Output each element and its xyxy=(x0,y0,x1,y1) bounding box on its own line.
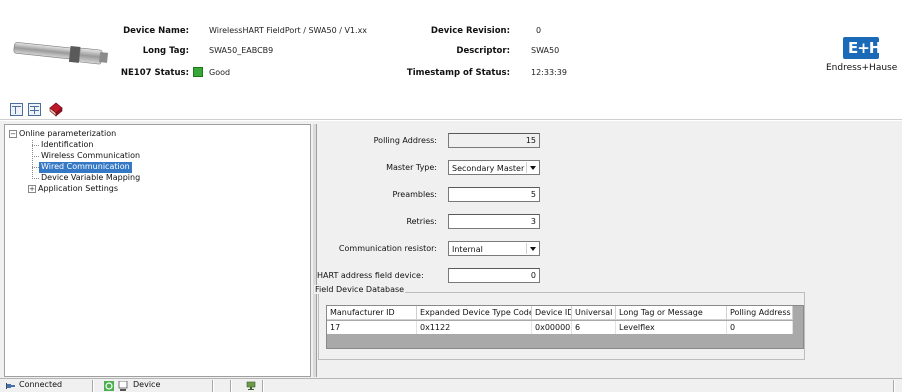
ne107-status-label: NE107 Status: xyxy=(120,68,189,78)
refresh-icon[interactable] xyxy=(104,381,114,391)
status-separator xyxy=(230,380,232,392)
tree-connector xyxy=(32,178,39,179)
table-header[interactable]: Device ID xyxy=(532,306,572,320)
logo-mark: E+H xyxy=(848,39,881,57)
device-name-value: WirelessHART FieldPort / SWA50 / V1.xx xyxy=(209,26,368,35)
ne107-status-value: Good xyxy=(209,68,231,77)
timestamp-label: Timestamp of Status: xyxy=(406,68,510,78)
retries-field[interactable]: 3 xyxy=(448,214,540,229)
table-icon[interactable] xyxy=(28,103,41,116)
polling-address-label: Polling Address: xyxy=(373,136,437,145)
hart-address-field[interactable]: 0 xyxy=(448,268,540,283)
connection-status: Connected xyxy=(19,380,63,389)
status-separator xyxy=(893,380,895,392)
comm-resistor-value: Internal xyxy=(452,245,483,254)
table-cell[interactable]: 0x1122 xyxy=(417,321,532,334)
status-separator xyxy=(262,380,264,392)
master-type-label: Master Type: xyxy=(386,163,437,172)
hart-address-label: HART address field device: xyxy=(317,271,424,280)
tree-item-online-parameterization[interactable]: Online parameterization xyxy=(19,129,116,140)
tree-item-wired-communication[interactable]: Wired Communication xyxy=(39,162,132,173)
table-header[interactable]: Expanded Device Type Code xyxy=(417,306,532,320)
polling-address-field: 15 xyxy=(448,133,540,148)
descriptor-value: SWA50 xyxy=(531,46,560,55)
tree-item-wireless-communication[interactable]: Wireless Communication xyxy=(41,151,140,162)
tree-connector xyxy=(32,167,39,168)
master-type-select[interactable]: Secondary Master xyxy=(448,160,540,175)
preambles-field[interactable]: 5 xyxy=(448,187,540,202)
device-revision-value: 0 xyxy=(536,26,542,35)
parameter-panel: Polling Address: 15 Master Type: Seconda… xyxy=(316,124,902,377)
device-status: Device xyxy=(133,380,161,389)
navigation-tree: − Online parameterization Identification… xyxy=(4,124,311,377)
tree-item-application-settings[interactable]: Application Settings xyxy=(38,184,118,195)
table-header[interactable]: Polling Address xyxy=(727,306,793,320)
device-revision-label: Device Revision: xyxy=(430,26,510,36)
table-cell[interactable]: 0 xyxy=(727,321,793,334)
table-header[interactable]: Manufacturer ID xyxy=(327,306,417,320)
company-logo: E+H xyxy=(843,37,881,59)
status-bar: Connected Device xyxy=(0,378,902,392)
status-separator xyxy=(92,380,94,392)
long-tag-value: SWA50_EABCB9 xyxy=(209,46,274,55)
main-content: − Online parameterization Identification… xyxy=(0,121,902,378)
collapse-icon[interactable]: − xyxy=(9,130,17,138)
expand-icon[interactable]: + xyxy=(28,185,36,193)
status-ok-icon xyxy=(193,67,203,77)
comm-resistor-label: Communication resistor: xyxy=(338,244,437,253)
tree-item-identification[interactable]: Identification xyxy=(41,140,93,151)
tree-connector xyxy=(32,156,39,157)
comm-resistor-select[interactable]: Internal xyxy=(448,241,540,256)
field-device-database-title: Field Device Database xyxy=(314,285,406,294)
chevron-down-icon[interactable] xyxy=(526,243,538,254)
tree-connector xyxy=(32,145,39,146)
status-separator xyxy=(212,380,214,392)
field-device-database-table: Manufacturer ID Expanded Device Type Cod… xyxy=(326,305,804,349)
device-image xyxy=(13,42,109,65)
toolbar xyxy=(0,98,902,120)
table-header[interactable]: Long Tag or Message xyxy=(616,306,727,320)
device-name-label: Device Name: xyxy=(123,26,189,36)
table-header[interactable]: Universal xyxy=(572,306,616,320)
table-cell[interactable]: 17 xyxy=(327,321,417,334)
timestamp-value: 12:33:39 xyxy=(531,68,567,77)
company-name: Endress+Hause xyxy=(826,63,898,73)
table-cell[interactable]: Levelflex xyxy=(616,321,727,334)
retries-label: Retries: xyxy=(406,217,437,226)
device-icon xyxy=(118,381,128,391)
table-cell[interactable]: 0x000001 xyxy=(532,321,572,334)
device-header: Device Name: WirelessHART FieldPort / SW… xyxy=(0,0,902,98)
table-cell[interactable]: 6 xyxy=(572,321,616,334)
plug-icon xyxy=(6,383,15,389)
descriptor-label: Descriptor: xyxy=(456,46,510,56)
layout-icon[interactable] xyxy=(10,103,23,116)
network-icon xyxy=(246,381,256,390)
preambles-label: Preambles: xyxy=(392,190,438,199)
master-type-value: Secondary Master xyxy=(452,164,525,173)
book-icon[interactable] xyxy=(48,102,63,117)
chevron-down-icon[interactable] xyxy=(526,162,538,173)
tree-item-device-variable-mapping[interactable]: Device Variable Mapping xyxy=(41,173,140,184)
long-tag-label: Long Tag: xyxy=(142,46,189,56)
